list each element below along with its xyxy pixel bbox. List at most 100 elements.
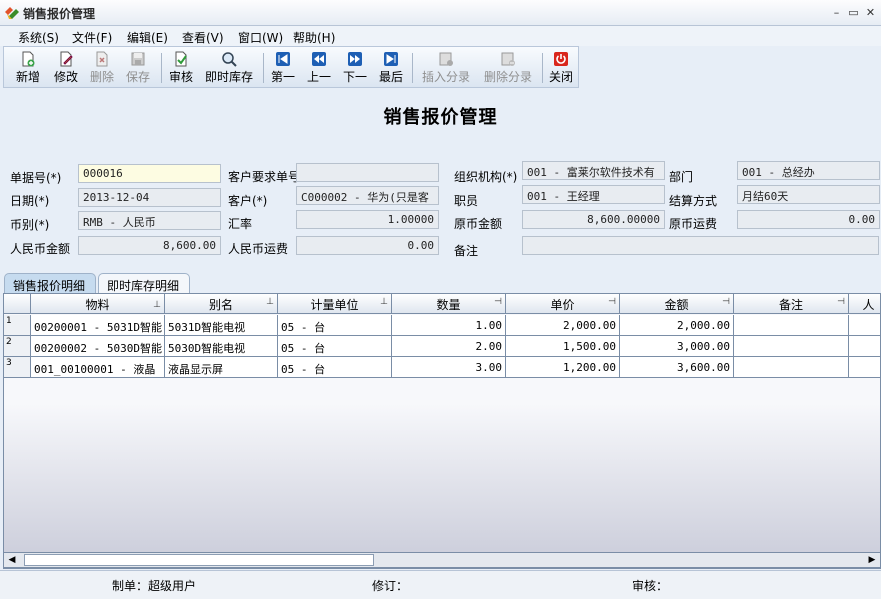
cell-amount[interactable]: 2,000.00 — [620, 315, 734, 336]
row-number: 3 — [4, 357, 31, 378]
cell-price[interactable]: 2,000.00 — [506, 315, 620, 336]
cell-alias[interactable]: 5030D智能电视 — [165, 336, 278, 357]
cell-alias[interactable]: 5031D智能电视 — [165, 315, 278, 336]
cell-item[interactable]: 00200002 - 5030D智能 — [31, 336, 165, 357]
cell-unit[interactable]: 05 - 台 — [278, 315, 392, 336]
cell-remark[interactable] — [734, 336, 849, 357]
scroll-left-icon[interactable]: ◀ — [6, 554, 18, 566]
insert-row-button[interactable]: 插入分录 — [420, 51, 472, 85]
column-header-truncated[interactable]: 人 — [849, 294, 880, 314]
next-record-icon — [348, 52, 362, 66]
orig-freight-field[interactable]: 0.00 — [737, 210, 880, 229]
menu-file[interactable]: 文件(F) — [72, 29, 112, 46]
pin-icon[interactable]: ⊣ — [837, 297, 845, 307]
pin-icon[interactable]: ⊣ — [722, 297, 730, 307]
menu-edit[interactable]: 编辑(E) — [127, 29, 168, 46]
remark-label: 备注 — [454, 244, 479, 258]
approve-button[interactable]: 审核 — [166, 51, 196, 85]
org-field[interactable]: 001 - 富莱尔软件技术有 — [522, 161, 665, 180]
column-header-alias[interactable]: 别名 ⊥ — [165, 294, 278, 314]
delete-row-button[interactable]: 删除分录 — [482, 51, 534, 85]
cell-alias[interactable]: 液晶显示屏 — [165, 357, 278, 378]
scroll-right-icon[interactable]: ▶ — [866, 554, 878, 566]
cell-unit[interactable]: 05 - 台 — [278, 336, 392, 357]
cell-qty[interactable]: 3.00 — [392, 357, 506, 378]
cell-remark[interactable] — [734, 315, 849, 336]
app-logo-icon — [5, 7, 19, 19]
pin-icon[interactable]: ⊣ — [608, 297, 616, 307]
status-footer: 制单：超级用户 修订： 审核： — [0, 570, 881, 599]
doc-no-field[interactable]: 000016 — [78, 164, 221, 183]
customer-field[interactable]: C000002 - 华为(只是客 — [296, 186, 439, 205]
cell-item[interactable]: 00200001 - 5031D智能 — [31, 315, 165, 336]
cell-truncated[interactable] — [849, 357, 880, 378]
next-record-button[interactable]: 下一 — [341, 51, 369, 85]
toolbar-separator — [542, 53, 543, 83]
settlement-field[interactable]: 月结60天 — [737, 185, 880, 204]
dept-field[interactable]: 001 - 总经办 — [737, 161, 880, 180]
restore-icon[interactable]: ▭ — [847, 6, 860, 19]
cell-price[interactable]: 1,200.00 — [506, 357, 620, 378]
pin-icon[interactable]: ᅟ⊥ — [145, 297, 161, 310]
cell-qty[interactable]: 1.00 — [392, 315, 506, 336]
edit-button[interactable]: 修改 — [50, 51, 82, 85]
cell-unit[interactable]: 05 - 台 — [278, 357, 392, 378]
org-label: 组织机构(*) — [454, 170, 518, 184]
date-field[interactable]: 2013-12-04 — [78, 188, 221, 207]
inventory-search-icon — [222, 52, 237, 67]
column-header-item[interactable]: 物料 ᅟ⊥ — [31, 294, 165, 314]
minimize-icon[interactable]: – — [830, 6, 843, 19]
cell-qty[interactable]: 2.00 — [392, 336, 506, 357]
menu-system[interactable]: 系统(S) — [18, 29, 59, 46]
cell-amount[interactable]: 3,000.00 — [620, 336, 734, 357]
menu-view[interactable]: 查看(V) — [182, 29, 224, 46]
pin-icon[interactable]: ⊥ — [266, 297, 274, 307]
new-doc-icon — [22, 51, 35, 67]
orig-amount-field: 8,600.00000 — [522, 210, 665, 229]
tab-inventory-details[interactable]: 即时库存明细 — [98, 273, 190, 293]
last-record-button[interactable]: 最后 — [377, 51, 405, 85]
close-button[interactable]: 关闭 — [547, 51, 575, 85]
column-header-remark[interactable]: 备注 ⊣ — [734, 294, 849, 314]
instant-inventory-button[interactable]: 即时库存 — [203, 51, 255, 85]
currency-label: 币别(*) — [10, 218, 50, 232]
exchange-rate-label: 汇率 — [228, 217, 253, 231]
horizontal-scrollbar[interactable]: ◀ ▶ — [3, 552, 881, 568]
cell-truncated[interactable] — [849, 315, 880, 336]
cell-item[interactable]: 001_00100001 - 液晶 — [31, 357, 165, 378]
cell-remark[interactable] — [734, 357, 849, 378]
rmb-freight-field[interactable]: 0.00 — [296, 236, 439, 255]
exchange-rate-field[interactable]: 1.00000 — [296, 210, 439, 229]
cell-truncated[interactable] — [849, 336, 880, 357]
row-number: 2 — [4, 336, 31, 357]
pin-icon[interactable]: ⊣ — [494, 297, 502, 307]
menu-help[interactable]: 帮助(H) — [293, 29, 335, 46]
previous-record-button[interactable]: 上一 — [305, 51, 333, 85]
scrollbar-thumb[interactable] — [24, 554, 374, 566]
menu-window[interactable]: 窗口(W) — [238, 29, 283, 46]
first-record-button[interactable]: 第一 — [269, 51, 297, 85]
column-header-amount[interactable]: 金额 ⊣ — [620, 294, 734, 314]
customer-req-no-field[interactable] — [296, 163, 439, 182]
pin-icon[interactable]: ⊥ — [380, 297, 388, 307]
staff-field[interactable]: 001 - 王经理 — [522, 185, 665, 204]
close-window-icon[interactable]: ✕ — [864, 6, 877, 19]
rmb-freight-label: 人民币运费 — [228, 242, 289, 256]
remark-field[interactable] — [522, 236, 879, 255]
first-record-icon — [276, 52, 290, 66]
cell-amount[interactable]: 3,600.00 — [620, 357, 734, 378]
row-number: 1 — [4, 315, 31, 336]
tab-quote-details[interactable]: 销售报价明细 — [4, 273, 96, 293]
column-header-price[interactable]: 单价 ⊣ — [506, 294, 620, 314]
title-bar: 销售报价管理 – ▭ ✕ — [0, 0, 881, 26]
save-button[interactable]: 保存 — [124, 51, 152, 85]
delete-button[interactable]: 删除 — [88, 51, 116, 85]
customer-req-no-label: 客户要求单号 — [228, 170, 301, 184]
new-button[interactable]: 新增 — [12, 51, 44, 85]
delete-icon — [96, 51, 108, 67]
grid-header: 物料 ᅟ⊥ 别名 ⊥ 计量单位 ⊥ 数量 ⊣ 单价 ⊣ 金额 ⊣ 备注 ⊣ 人 — [4, 294, 880, 314]
column-header-unit[interactable]: 计量单位 ⊥ — [278, 294, 392, 314]
cell-price[interactable]: 1,500.00 — [506, 336, 620, 357]
column-header-qty[interactable]: 数量 ⊣ — [392, 294, 506, 314]
currency-field[interactable]: RMB - 人民币 — [78, 211, 221, 230]
